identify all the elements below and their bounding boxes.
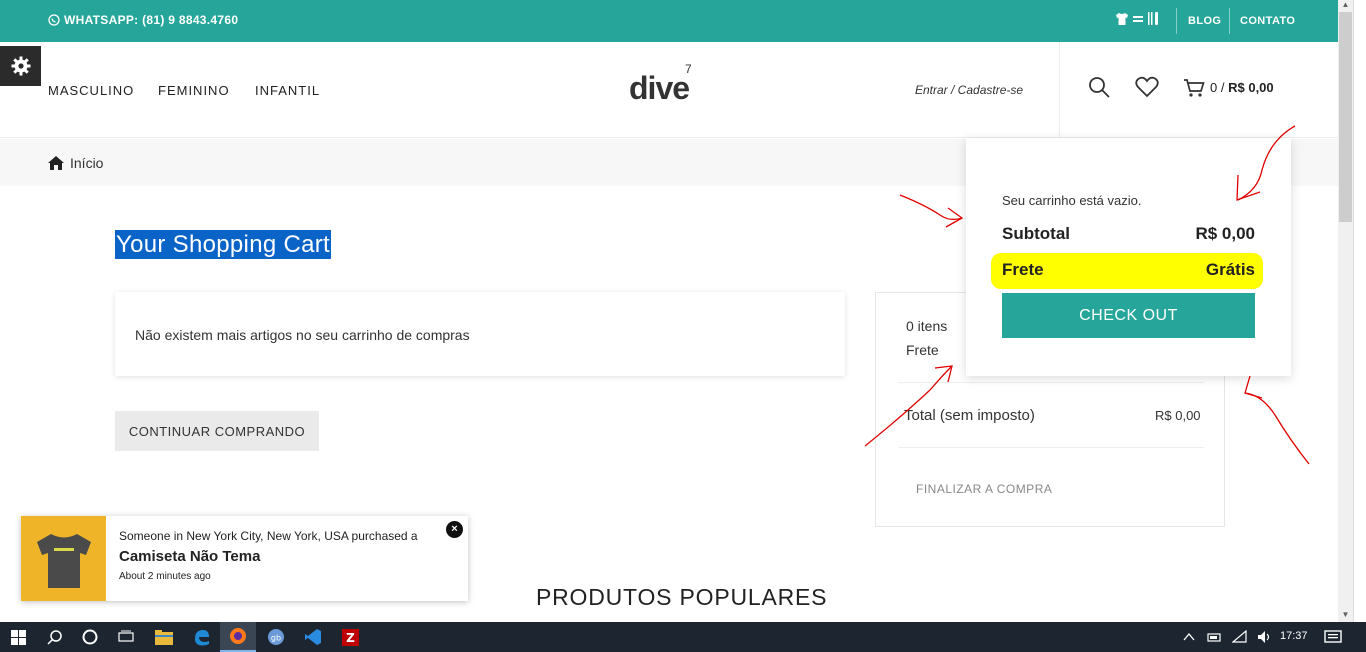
- equals-icon: [1133, 15, 1143, 22]
- mini-cart-dropdown: Seu carrinho está vazio. Subtotal R$ 0,0…: [966, 138, 1291, 376]
- summary-frete: Frete: [906, 342, 939, 358]
- continue-shopping-button[interactable]: CONTINUAR COMPRANDO: [115, 411, 319, 451]
- summary-items: 0 itens: [906, 318, 948, 334]
- chevron-up-icon[interactable]: [1183, 632, 1195, 642]
- battery-icon[interactable]: [1206, 631, 1222, 643]
- site-header: MASCULINO FEMININO INFANTIL dive7 Entrar…: [0, 42, 1338, 138]
- popular-products-heading: PRODUTOS POPULARES: [536, 584, 828, 610]
- volume-icon[interactable]: [1257, 630, 1273, 644]
- notifications-icon[interactable]: [1324, 630, 1342, 645]
- edge-icon: [194, 629, 209, 645]
- empty-cart-box: Não existem mais artigos no seu carrinho…: [115, 292, 845, 376]
- heart-icon[interactable]: [1135, 76, 1159, 98]
- cutlery-icon: [1148, 12, 1158, 25]
- login-link[interactable]: Entrar / Cadastre-se: [915, 83, 1023, 97]
- empty-cart-message: Não existem mais artigos no seu carrinho…: [135, 327, 470, 343]
- blog-link[interactable]: BLOG: [1188, 15, 1221, 27]
- search-button[interactable]: [36, 622, 72, 652]
- summary-total-label: Total (sem imposto): [904, 407, 1035, 424]
- product-thumbnail: [21, 516, 106, 601]
- scroll-down-icon[interactable]: ▼: [1339, 610, 1352, 620]
- mini-cart-empty-message: Seu carrinho está vazio.: [1002, 193, 1142, 208]
- cart-count: 0: [1210, 80, 1218, 95]
- home-icon: [48, 156, 64, 170]
- notification-text: Someone in New York City, New York, USA …: [119, 529, 418, 543]
- svg-text:Z: Z: [346, 631, 355, 645]
- search-icon: [46, 629, 62, 645]
- mini-cart-subtotal-label: Subtotal: [1002, 224, 1070, 243]
- firefox-icon: [230, 628, 246, 644]
- breadcrumb-home[interactable]: Início: [48, 155, 103, 171]
- page-title: Your Shopping Cart: [115, 230, 331, 259]
- summary-divider: [898, 447, 1204, 448]
- cortana-icon: [82, 629, 98, 645]
- outer-scrollbar[interactable]: [1353, 0, 1366, 622]
- summary-total-value: R$ 0,00: [1155, 408, 1201, 423]
- whatsapp-icon: [48, 14, 60, 26]
- header-cart-summary[interactable]: 0 / R$ 0,00: [1210, 80, 1274, 95]
- taskbar: gb Z 17:37: [0, 622, 1366, 652]
- category-icons[interactable]: [1115, 12, 1159, 25]
- app-gb-icon: gb: [268, 629, 284, 645]
- notification-product[interactable]: Camiseta Não Tema: [119, 548, 260, 565]
- breadcrumb-home-label: Início: [70, 155, 104, 171]
- whatsapp-link[interactable]: WHATSAPP: (81) 9 8843.4760: [48, 13, 238, 27]
- header-divider: [1059, 42, 1060, 138]
- nav-item-feminino[interactable]: FEMININO: [158, 83, 230, 98]
- scroll-up-icon[interactable]: ▲: [1339, 0, 1352, 10]
- svg-text:gb: gb: [271, 634, 281, 643]
- taskbar-filezilla[interactable]: Z: [332, 622, 368, 652]
- nav-item-infantil[interactable]: INFANTIL: [255, 83, 320, 98]
- notification-time: About 2 minutes ago: [119, 571, 211, 582]
- logo-superscript: 7: [685, 62, 692, 77]
- topbar-divider: [1176, 8, 1177, 34]
- taskbar-edge[interactable]: [183, 622, 219, 652]
- cart-total: R$ 0,00: [1228, 80, 1274, 95]
- logo-text: dive: [629, 70, 690, 106]
- task-view-icon: [118, 630, 134, 642]
- cart-separator: /: [1220, 80, 1225, 95]
- contato-link[interactable]: CONTATO: [1240, 15, 1295, 27]
- windows-icon: [10, 629, 26, 645]
- mini-cart-frete-value: Grátis: [1205, 260, 1255, 279]
- vscode-icon: [305, 629, 321, 645]
- taskbar-app-gb[interactable]: gb: [258, 622, 294, 652]
- mini-cart-frete-row: Frete Grátis: [1002, 260, 1255, 280]
- clock[interactable]: 17:37: [1280, 630, 1308, 642]
- start-button[interactable]: [0, 622, 36, 652]
- wifi-icon[interactable]: [1232, 630, 1248, 644]
- filezilla-icon: Z: [341, 628, 359, 646]
- cart-icon[interactable]: [1183, 78, 1205, 98]
- folder-icon: [155, 629, 173, 645]
- mini-cart-subtotal-row: Subtotal R$ 0,00: [1002, 224, 1255, 244]
- gear-icon: [11, 56, 30, 76]
- tshirt-icon: [1116, 12, 1128, 25]
- checkout-button[interactable]: CHECK OUT: [1002, 293, 1255, 338]
- summary-divider: [898, 382, 1204, 383]
- cortana-button[interactable]: [72, 622, 108, 652]
- finalize-purchase-button[interactable]: FINALIZAR A COMPRA: [916, 482, 1052, 496]
- web-page: WHATSAPP: (81) 9 8843.4760 BLOG CONTATO …: [0, 0, 1338, 622]
- close-icon[interactable]: ×: [446, 521, 463, 538]
- search-icon[interactable]: [1088, 76, 1110, 98]
- taskbar-firefox[interactable]: [220, 622, 256, 652]
- whatsapp-text: WHATSAPP: (81) 9 8843.4760: [64, 13, 239, 27]
- top-bar: WHATSAPP: (81) 9 8843.4760 BLOG CONTATO: [0, 0, 1338, 42]
- taskbar-explorer[interactable]: [146, 622, 182, 652]
- site-logo[interactable]: dive7: [629, 62, 692, 107]
- mini-cart-subtotal-value: R$ 0,00: [1195, 224, 1255, 243]
- scrollbar-thumb[interactable]: [1339, 12, 1352, 222]
- purchase-notification[interactable]: Someone in New York City, New York, USA …: [21, 516, 468, 601]
- mini-cart-frete-label: Frete: [1002, 260, 1044, 279]
- page-scrollbar[interactable]: ▲ ▼: [1338, 0, 1366, 622]
- settings-button[interactable]: [0, 46, 41, 86]
- nav-item-masculino[interactable]: MASCULINO: [48, 83, 134, 98]
- topbar-divider: [1229, 8, 1230, 34]
- task-view-button[interactable]: [108, 622, 144, 652]
- taskbar-vscode[interactable]: [295, 622, 331, 652]
- tshirt-image: [36, 533, 91, 588]
